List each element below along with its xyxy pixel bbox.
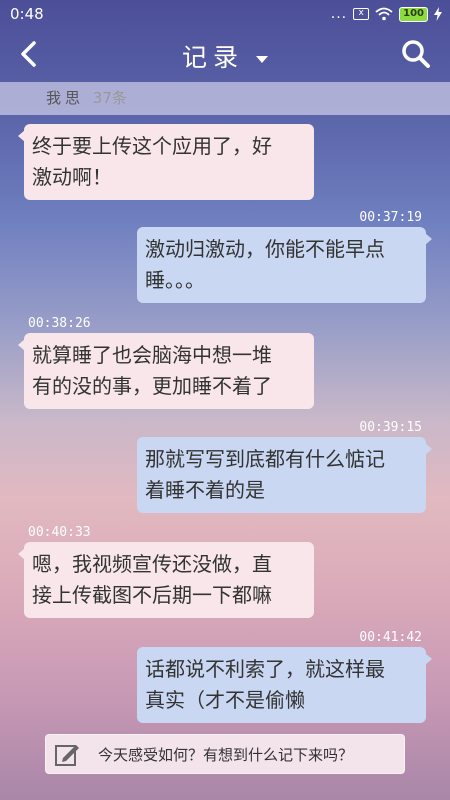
message-line: 着睡不着的是 [145,478,265,502]
composer-placeholder: 今天感受如何？有想到什么记下来吗？ [98,746,354,764]
composer-input[interactable]: 今天感受如何？有想到什么记下来吗？ [45,734,405,774]
title-dropdown[interactable]: 记录 [0,38,450,74]
message-timestamp: 00:37:19 [359,210,422,225]
wifi-icon [375,7,393,21]
message-line: 激动归激动，你能不能早点 [145,237,385,261]
caret-down-icon [255,55,268,63]
message-bubble[interactable]: 终于要上传这个应用了，好 激动啊！ [18,124,314,200]
app-bar: 记录 [0,28,450,80]
status-bar: 0:48 ... x 100 [0,0,450,28]
message-line: 睡。。。 [145,268,205,292]
message-line: 嗯，我视频宣传还没做，直 [32,552,272,576]
message-bubble[interactable]: 话都说不利索了，就这样最 真实（才不是偷懒 [137,647,432,723]
search-button[interactable] [400,38,432,70]
more-dots-icon: ... [330,6,348,22]
status-time: 0:48 [10,5,44,23]
message-bubble[interactable]: 激动归激动，你能不能早点 睡。。。 [137,227,432,303]
message-timestamp: 00:39:15 [359,420,422,435]
message-bubble[interactable]: 就算睡了也会脑海中想一堆 有的没的事，更加睡不着了 [18,333,314,409]
message-line: 终于要上传这个应用了，好 [32,134,272,158]
status-icons: ... x 100 [331,6,442,22]
page-title: 记录 [182,43,245,72]
sim-icon: x [353,8,370,20]
bolt-icon [434,7,442,21]
message-line: 那就写写到底都有什么惦记 [145,447,385,471]
message-bubble[interactable]: 嗯，我视频宣传还没做，直 接上传截图不后期一下都嘛 [18,542,314,618]
edit-icon [55,745,79,766]
message-line: 就算睡了也会脑海中想一堆 [32,343,272,367]
filter-bar[interactable]: 我思 37条 [0,82,450,115]
message-timestamp: 00:40:33 [28,525,91,540]
message-timestamp: 00:38:26 [28,316,91,331]
message-timestamp: 00:41:42 [359,630,422,645]
message-line: 有的没的事，更加睡不着了 [32,374,272,398]
filter-name: 我思 [46,89,85,107]
message-line: 真实（才不是偷懒 [145,688,305,712]
battery-icon: 100 [399,6,428,22]
message-line: 话都说不利索了，就这样最 [145,657,385,681]
message-line: 激动啊！ [32,165,112,189]
message-line: 接上传截图不后期一下都嘛 [32,583,272,607]
message-bubble[interactable]: 那就写写到底都有什么惦记 着睡不着的是 [137,437,432,513]
filter-count: 37条 [92,89,127,107]
